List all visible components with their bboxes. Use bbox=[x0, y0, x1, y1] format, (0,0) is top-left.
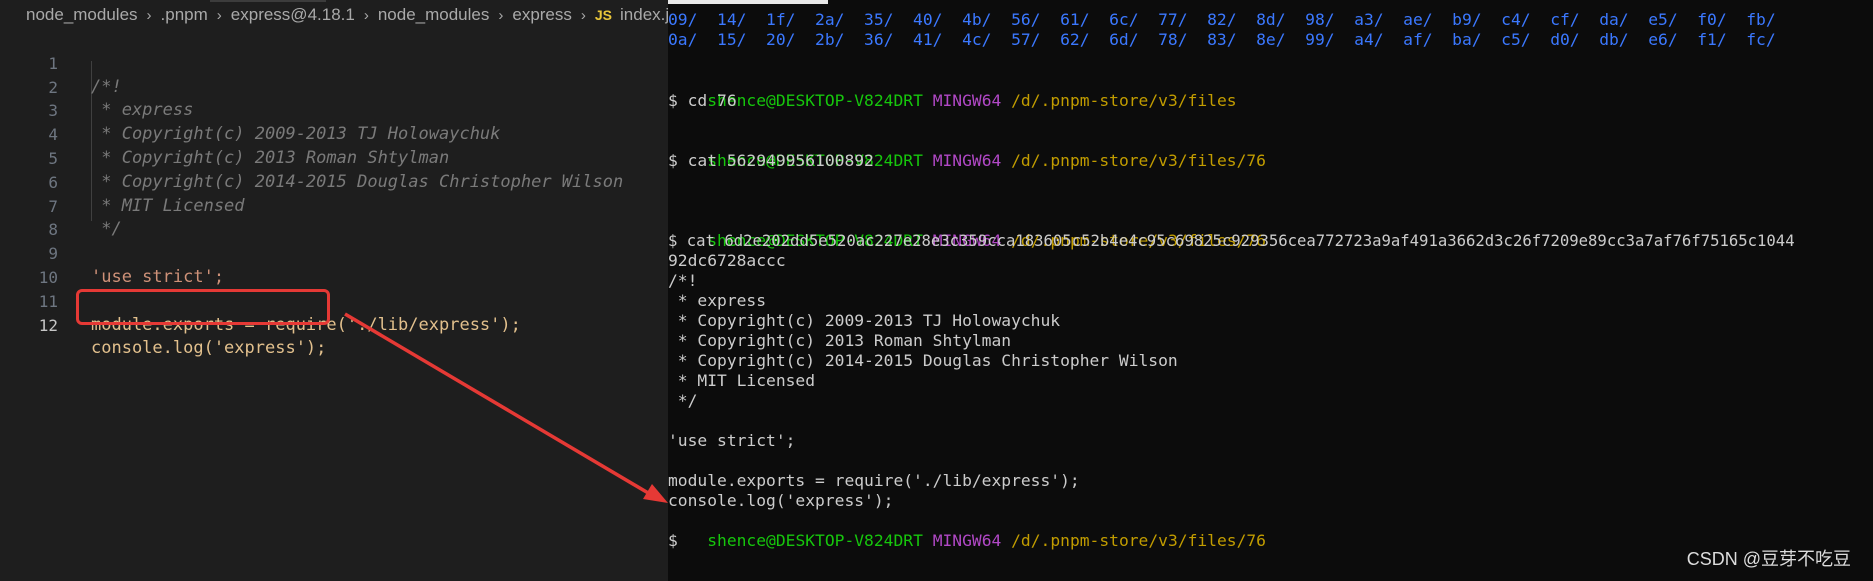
code-line: 8 bbox=[0, 195, 668, 239]
terminal-output-line: * Copyright(c) 2014-2015 Douglas Christo… bbox=[668, 351, 1178, 370]
terminal-output-line: console.log('express'); bbox=[668, 491, 894, 510]
terminal-title-fragment bbox=[668, 0, 828, 4]
prompt-shell: MINGW64 bbox=[932, 151, 1002, 170]
prompt-shell: MINGW64 bbox=[932, 91, 1002, 110]
prompt-path: /d/.pnpm-store/v3/files bbox=[1011, 91, 1237, 110]
code-line: 10 bbox=[0, 242, 668, 287]
breadcrumb: node_modules › .pnpm › express@4.18.1 › … bbox=[0, 0, 678, 30]
code-line: 6 * MIT Licensed bbox=[0, 147, 668, 216]
chevron-right-icon: › bbox=[146, 6, 152, 24]
code-line: 4 * Copyright(c) 2013 Roman Shtylman bbox=[0, 99, 668, 168]
terminal-prompt: shence@DESKTOP-V824DRT MINGW64 /d/.pnpm-… bbox=[668, 131, 1266, 170]
breadcrumb-item-express[interactable]: express bbox=[512, 5, 572, 25]
terminal-output-line: /*! bbox=[668, 271, 698, 290]
terminal-output-line: * express bbox=[668, 291, 767, 310]
code-line: 2 * express bbox=[0, 52, 668, 121]
terminal-output-line: module.exports = require('./lib/express'… bbox=[668, 471, 1080, 490]
terminal-output-line: * Copyright(c) 2009-2013 TJ Holowaychuk bbox=[668, 311, 1061, 330]
breadcrumb-item-express-version[interactable]: express@4.18.1 bbox=[231, 5, 355, 25]
terminal-prompt: shence@DESKTOP-V824DRT MINGW64 /d/.pnpm-… bbox=[668, 211, 1266, 250]
chevron-right-icon: › bbox=[216, 6, 222, 24]
terminal-output-line: * Copyright(c) 2013 Roman Shtylman bbox=[668, 331, 1012, 350]
breadcrumb-item-pnpm[interactable]: .pnpm bbox=[161, 5, 208, 25]
prompt-user: shence@DESKTOP-V824DRT bbox=[707, 531, 923, 550]
chevron-right-icon: › bbox=[580, 6, 586, 24]
breadcrumb-item-node-modules-2[interactable]: node_modules bbox=[378, 5, 490, 25]
code-line: 11 module.exports = require('./lib/expre… bbox=[0, 266, 668, 335]
code-editor[interactable]: node_modules › .pnpm › express@4.18.1 › … bbox=[0, 0, 678, 581]
terminal-output-dirs: 0a/ 15/ 20/ 2b/ 36/ 41/ 4c/ 57/ 62/ 6d/ … bbox=[668, 30, 1776, 49]
terminal-output-dirs: 09/ 14/ 1f/ 2a/ 35/ 40/ 4b/ 56/ 61/ 6c/ … bbox=[668, 10, 1776, 29]
terminal[interactable]: 09/ 14/ 1f/ 2a/ 35/ 40/ 4b/ 56/ 61/ 6c/ … bbox=[668, 0, 1873, 581]
terminal-command-wrap: 92dc6728accc bbox=[668, 251, 786, 270]
active-tab-indicator bbox=[210, 0, 326, 2]
terminal-output-line: */ bbox=[668, 391, 698, 410]
prompt-path: /d/.pnpm-store/v3/files/76 bbox=[1011, 151, 1266, 170]
watermark: CSDN @豆芽不吃豆 bbox=[1686, 549, 1851, 569]
terminal-prompt: shence@DESKTOP-V824DRT MINGW64 /d/.pnpm-… bbox=[668, 511, 1266, 550]
highlight-box bbox=[76, 289, 330, 325]
prompt-user: shence@DESKTOP-V824DRT bbox=[707, 91, 923, 110]
terminal-prompt: shence@DESKTOP-V824DRT MINGW64 /d/.pnpm-… bbox=[668, 71, 1236, 110]
chevron-right-icon: › bbox=[498, 6, 504, 24]
terminal-command: $ cat 6d2e202dd5e520ac227e28e3c359cca183… bbox=[668, 232, 1795, 250]
code-text: console.log('express'); bbox=[91, 338, 327, 359]
terminal-cursor-line[interactable]: $ bbox=[668, 531, 678, 551]
terminal-command: $ cd 76 bbox=[668, 91, 737, 110]
terminal-output-line: * MIT Licensed bbox=[668, 371, 816, 390]
code-line: 5 * Copyright(c) 2014-2015 Douglas Chris… bbox=[0, 123, 668, 192]
prompt-path: /d/.pnpm-store/v3/files/76 bbox=[1011, 531, 1266, 550]
code-line: 7 */ bbox=[0, 171, 668, 240]
line-number: 12 bbox=[38, 315, 58, 335]
javascript-file-icon: JS bbox=[594, 7, 613, 23]
code-line: 3 * Copyright(c) 2009-2013 TJ Holowaychu… bbox=[0, 76, 668, 144]
prompt-shell: MINGW64 bbox=[932, 531, 1002, 550]
code-area[interactable]: 1 /*! 2 * express 3 * Copyright(c) 2009-… bbox=[0, 28, 668, 359]
chevron-right-icon: › bbox=[363, 6, 369, 24]
code-line: 9 'use strict'; bbox=[0, 218, 668, 287]
code-line: 1 /*! bbox=[0, 28, 668, 97]
terminal-command: $ cat 562949956100892 bbox=[668, 151, 874, 170]
breadcrumb-item-node-modules[interactable]: node_modules bbox=[26, 5, 138, 25]
terminal-output-line: 'use strict'; bbox=[668, 431, 796, 450]
